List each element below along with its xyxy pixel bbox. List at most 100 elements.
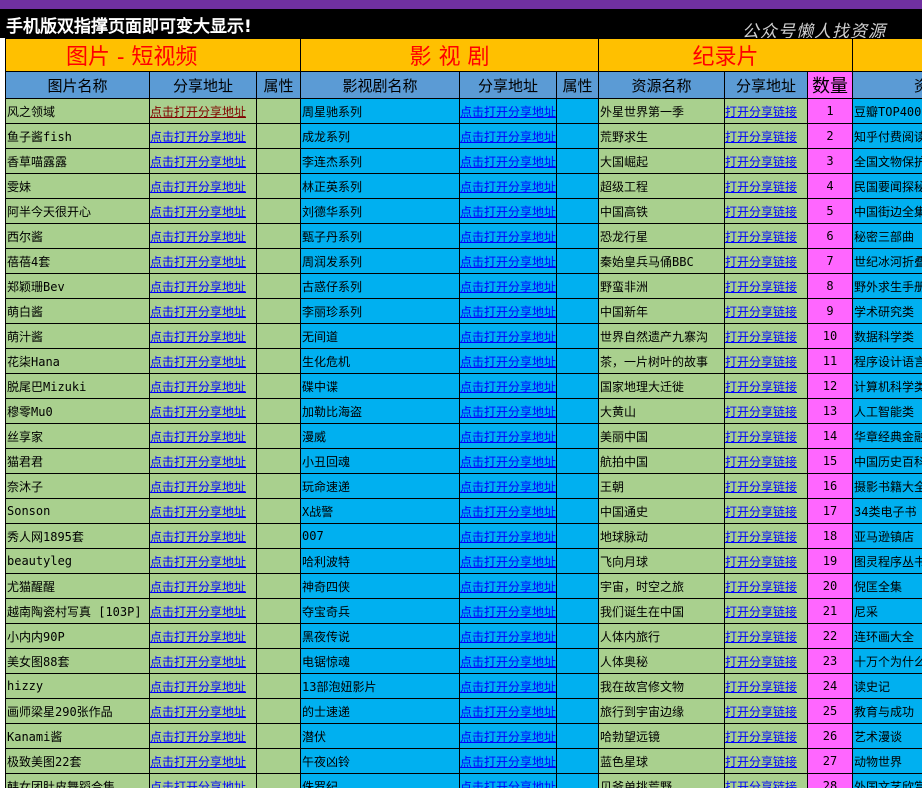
share-link[interactable]: 点击打开分享地址 bbox=[151, 230, 247, 244]
share-link[interactable]: 点击打开分享地址 bbox=[461, 255, 556, 269]
share-link[interactable]: 打开分享链接 bbox=[726, 555, 798, 569]
film-attr-cell bbox=[556, 573, 599, 599]
share-link[interactable]: 点击打开分享地址 bbox=[151, 630, 247, 644]
share-link[interactable]: 打开分享链接 bbox=[726, 780, 798, 788]
share-link[interactable]: 打开分享链接 bbox=[726, 730, 798, 744]
share-link[interactable]: 点击打开分享地址 bbox=[151, 405, 247, 419]
film-attr-cell bbox=[556, 523, 599, 549]
share-link[interactable]: 点击打开分享地址 bbox=[151, 430, 247, 444]
share-link[interactable]: 打开分享链接 bbox=[726, 230, 798, 244]
share-link[interactable]: 点击打开分享地址 bbox=[151, 605, 247, 619]
share-link[interactable]: 点击打开分享地址 bbox=[461, 705, 556, 719]
photo-link-cell: 点击打开分享地址 bbox=[149, 298, 257, 324]
share-link[interactable]: 打开分享链接 bbox=[726, 605, 798, 619]
share-link[interactable]: 点击打开分享地址 bbox=[461, 480, 556, 494]
share-link[interactable]: 点击打开分享地址 bbox=[461, 205, 556, 219]
share-link[interactable]: 点击打开分享地址 bbox=[151, 280, 247, 294]
share-link[interactable]: 打开分享链接 bbox=[726, 530, 798, 544]
share-link[interactable]: 打开分享链接 bbox=[726, 255, 798, 269]
share-link[interactable]: 打开分享链接 bbox=[726, 180, 798, 194]
share-link[interactable]: 打开分享链接 bbox=[726, 705, 798, 719]
share-link[interactable]: 点击打开分享地址 bbox=[151, 155, 247, 169]
share-link[interactable]: 点击打开分享地址 bbox=[151, 580, 247, 594]
header-doc-link: 分享地址 bbox=[724, 71, 808, 99]
film-link-cell: 点击打开分享地址 bbox=[459, 623, 557, 649]
share-link[interactable]: 打开分享链接 bbox=[726, 130, 798, 144]
share-link[interactable]: 打开分享链接 bbox=[726, 355, 798, 369]
photo-link-cell: 点击打开分享地址 bbox=[149, 723, 257, 749]
share-link[interactable]: 打开分享链接 bbox=[726, 305, 798, 319]
share-link[interactable]: 打开分享链接 bbox=[726, 455, 798, 469]
share-link[interactable]: 点击打开分享地址 bbox=[461, 455, 556, 469]
share-link[interactable]: 点击打开分享地址 bbox=[151, 380, 247, 394]
share-link[interactable]: 点击打开分享地址 bbox=[461, 330, 556, 344]
share-link[interactable]: 点击打开分享地址 bbox=[151, 505, 247, 519]
share-link[interactable]: 点击打开分享地址 bbox=[151, 555, 247, 569]
share-link[interactable]: 点击打开分享地址 bbox=[151, 780, 247, 788]
share-link[interactable]: 点击打开分享地址 bbox=[461, 505, 556, 519]
share-link[interactable]: 点击打开分享地址 bbox=[461, 655, 556, 669]
share-link[interactable]: 点击打开分享地址 bbox=[461, 230, 556, 244]
share-link[interactable]: 点击打开分享地址 bbox=[461, 630, 556, 644]
share-link[interactable]: 点击打开分享地址 bbox=[151, 530, 247, 544]
share-link[interactable]: 点击打开分享地址 bbox=[461, 130, 556, 144]
share-link[interactable]: 点击打开分享地址 bbox=[151, 730, 247, 744]
share-link[interactable]: 打开分享链接 bbox=[726, 480, 798, 494]
share-link[interactable]: 打开分享链接 bbox=[726, 430, 798, 444]
share-link[interactable]: 点击打开分享地址 bbox=[151, 480, 247, 494]
share-link[interactable]: 点击打开分享地址 bbox=[151, 130, 247, 144]
share-link[interactable]: 打开分享链接 bbox=[726, 755, 798, 769]
share-link[interactable]: 点击打开分享地址 bbox=[461, 305, 556, 319]
share-link[interactable]: 点击打开分享地址 bbox=[151, 255, 247, 269]
photo-attr-cell bbox=[256, 498, 301, 524]
film-name-cell: 成龙系列 bbox=[300, 123, 460, 149]
share-link[interactable]: 点击打开分享地址 bbox=[461, 755, 556, 769]
share-link[interactable]: 点击打开分享地址 bbox=[461, 280, 556, 294]
doc-name-cell: 我们诞生在中国 bbox=[598, 598, 725, 624]
share-link[interactable]: 打开分享链接 bbox=[726, 580, 798, 594]
share-link[interactable]: 打开分享链接 bbox=[726, 655, 798, 669]
share-link[interactable]: 点击打开分享地址 bbox=[461, 555, 556, 569]
share-link[interactable]: 打开分享链接 bbox=[726, 680, 798, 694]
share-link[interactable]: 点击打开分享地址 bbox=[461, 355, 556, 369]
share-link[interactable]: 点击打开分享地址 bbox=[151, 305, 247, 319]
photo-attr-cell bbox=[256, 473, 301, 499]
share-link[interactable]: 点击打开分享地址 bbox=[151, 705, 247, 719]
share-link[interactable]: 点击打开分享地址 bbox=[461, 430, 556, 444]
photo-name-cell: 猫君君 bbox=[5, 448, 150, 474]
share-link[interactable]: 点击打开分享地址 bbox=[461, 105, 556, 119]
share-link[interactable]: 打开分享链接 bbox=[726, 105, 798, 119]
share-link[interactable]: 点击打开分享地址 bbox=[461, 605, 556, 619]
share-link[interactable]: 点击打开分享地址 bbox=[151, 755, 247, 769]
share-link[interactable]: 打开分享链接 bbox=[726, 630, 798, 644]
share-link[interactable]: 点击打开分享地址 bbox=[151, 355, 247, 369]
share-link[interactable]: 点击打开分享地址 bbox=[151, 180, 247, 194]
share-link[interactable]: 点击打开分享地址 bbox=[151, 655, 247, 669]
share-link[interactable]: 点击打开分享地址 bbox=[461, 730, 556, 744]
share-link[interactable]: 点击打开分享地址 bbox=[461, 405, 556, 419]
share-link[interactable]: 点击打开分享地址 bbox=[461, 530, 556, 544]
share-link[interactable]: 打开分享链接 bbox=[726, 205, 798, 219]
share-link[interactable]: 打开分享链接 bbox=[726, 505, 798, 519]
share-link[interactable]: 点击打开分享地址 bbox=[461, 380, 556, 394]
photo-name-cell: hizzy bbox=[5, 673, 150, 699]
photo-attr-cell bbox=[256, 248, 301, 274]
share-link[interactable]: 点击打开分享地址 bbox=[461, 580, 556, 594]
film-name-cell: 刘德华系列 bbox=[300, 198, 460, 224]
share-link[interactable]: 点击打开分享地址 bbox=[461, 680, 556, 694]
share-link[interactable]: 点击打开分享地址 bbox=[461, 155, 556, 169]
share-link[interactable]: 点击打开分享地址 bbox=[151, 330, 247, 344]
share-link[interactable]: 打开分享链接 bbox=[726, 405, 798, 419]
share-link[interactable]: 点击打开分享地址 bbox=[151, 680, 247, 694]
share-link[interactable]: 打开分享链接 bbox=[726, 330, 798, 344]
share-link[interactable]: 打开分享链接 bbox=[726, 380, 798, 394]
film-link-cell: 点击打开分享地址 bbox=[459, 398, 557, 424]
share-link[interactable]: 打开分享链接 bbox=[726, 280, 798, 294]
share-link[interactable]: 点击打开分享地址 bbox=[461, 780, 556, 788]
share-link[interactable]: 点击打开分享地址 bbox=[151, 455, 247, 469]
share-link[interactable]: 点击打开分享地址 bbox=[151, 105, 247, 119]
resource-sheet[interactable]: 图片 - 短视频 影 视 剧 纪录片 教 图片名称 分享地址 属性 影视剧名称 … bbox=[5, 38, 922, 788]
share-link[interactable]: 点击打开分享地址 bbox=[151, 205, 247, 219]
share-link[interactable]: 点击打开分享地址 bbox=[461, 180, 556, 194]
share-link[interactable]: 打开分享链接 bbox=[726, 155, 798, 169]
